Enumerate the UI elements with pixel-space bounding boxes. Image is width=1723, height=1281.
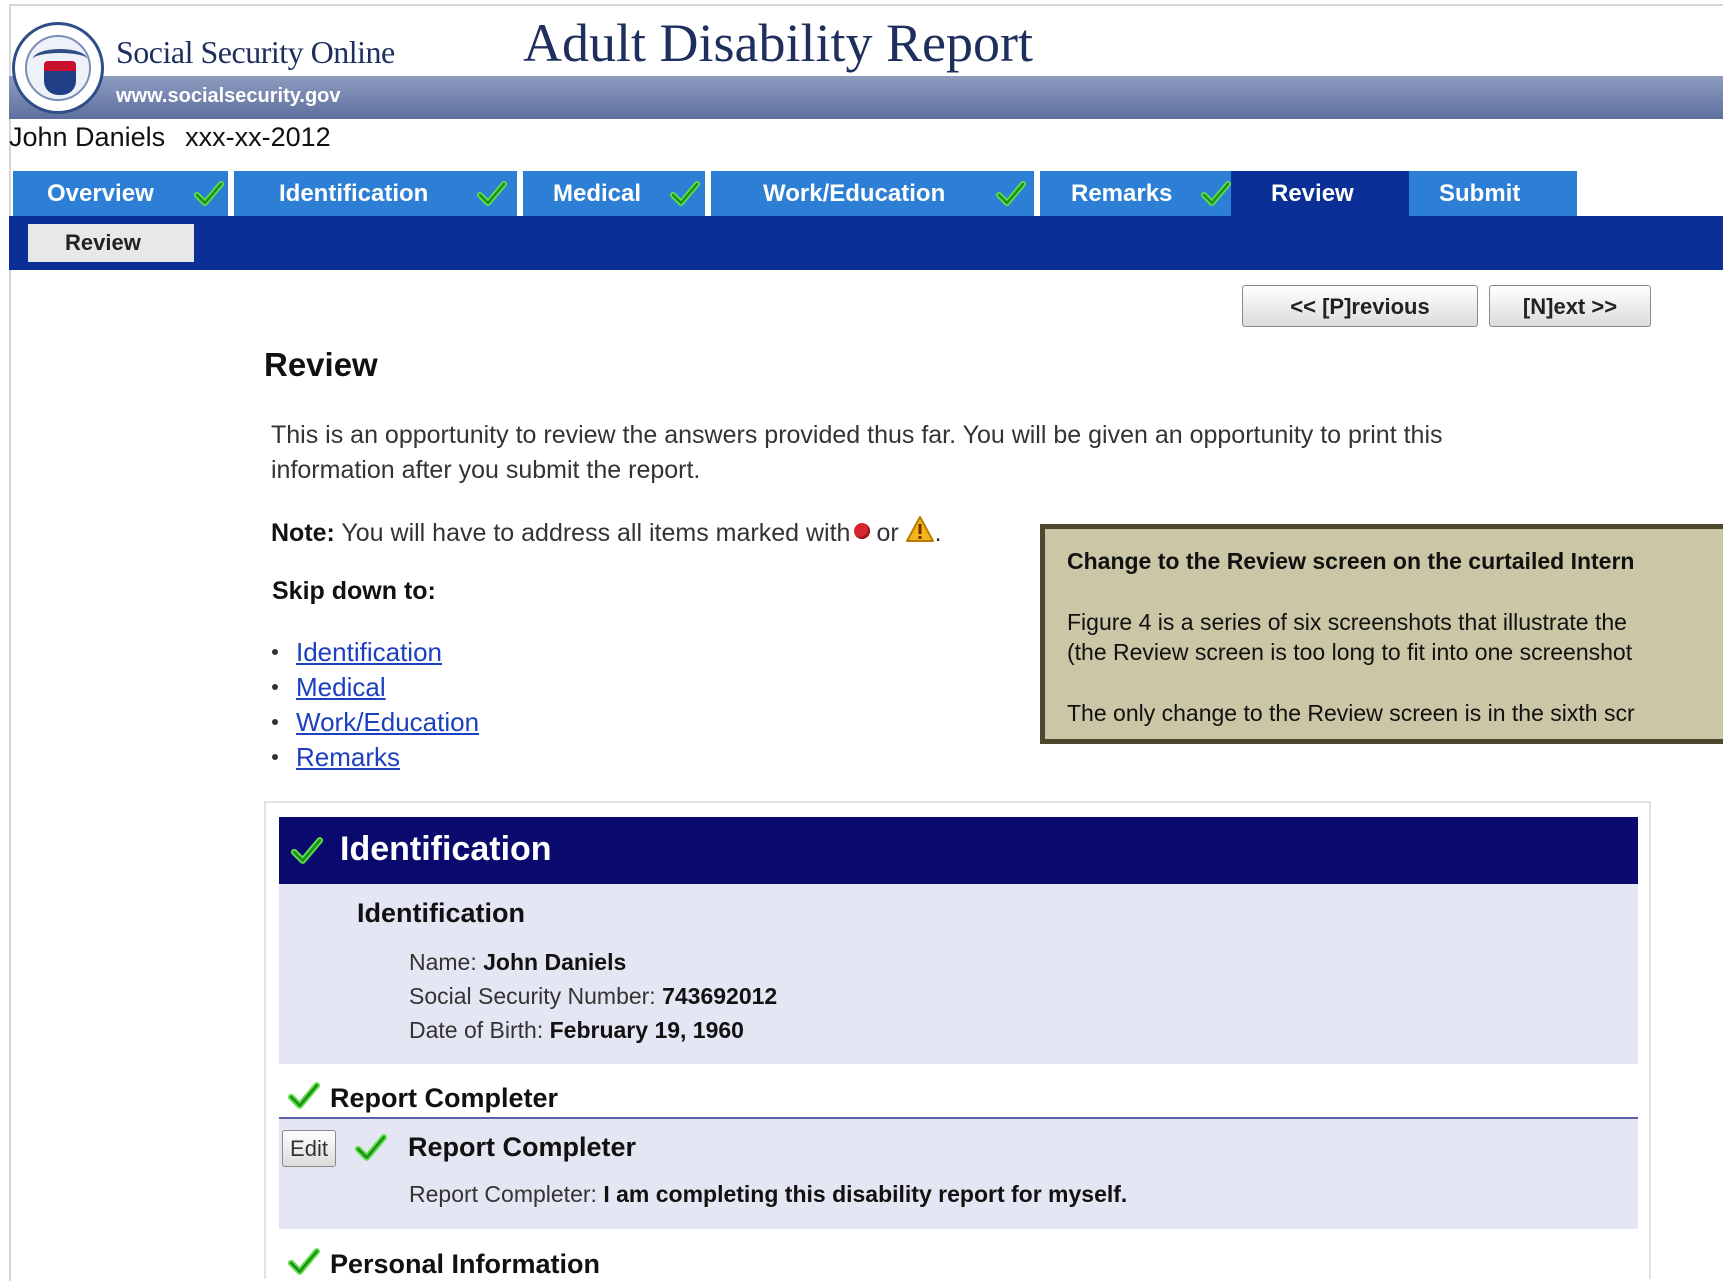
report-completer-details: Edit Report Completer Report Completer: …	[279, 1119, 1638, 1229]
tab-submit[interactable]: Submit	[1409, 171, 1577, 216]
ssa-seal-logo	[12, 22, 104, 114]
check-icon	[288, 1248, 320, 1275]
tab-work-education[interactable]: Work/Education	[711, 171, 1034, 216]
callout-title: Change to the Review screen on the curta…	[1067, 548, 1635, 574]
page-title: Adult Disability Report	[523, 13, 1033, 73]
field-label: Date of Birth:	[409, 1017, 544, 1043]
ssn-row: Social Security Number: 743692012	[409, 983, 777, 1010]
annotation-callout: Change to the Review screen on the curta…	[1040, 524, 1723, 744]
tab-overview[interactable]: Overview	[13, 171, 228, 216]
identification-section-header: Identification	[279, 817, 1638, 884]
tab-medical[interactable]: Medical	[523, 171, 705, 216]
field-value: February 19, 1960	[549, 1017, 744, 1043]
report-completer-row: Report Completer: I am completing this d…	[409, 1181, 1127, 1208]
skip-link-identification[interactable]: Identification	[296, 637, 442, 667]
note-body: You will have to address all items marke…	[341, 519, 851, 547]
field-label: Social Security Number:	[409, 983, 656, 1009]
list-item: Medical	[272, 670, 479, 705]
callout-line: The only change to the Review screen is …	[1067, 700, 1635, 726]
callout-line: Figure 4 is a series of six screenshots …	[1067, 609, 1627, 635]
heading-text: Report Completer	[330, 1083, 559, 1113]
skip-links: Identification Medical Work/Education Re…	[272, 635, 479, 775]
list-item: Identification	[272, 635, 479, 670]
warning-icon	[905, 516, 934, 542]
skip-label: Skip down to:	[272, 577, 436, 605]
name-row: Name: John Daniels	[409, 949, 626, 976]
note-end: .	[934, 519, 942, 547]
field-value: John Daniels	[483, 949, 627, 975]
error-dot-icon	[854, 523, 871, 539]
list-item: Remarks	[272, 740, 479, 775]
subnav-bar: Review	[9, 216, 1723, 270]
check-icon	[1201, 181, 1231, 206]
field-value: 743692012	[662, 983, 778, 1009]
skip-link-remarks[interactable]: Remarks	[296, 742, 400, 772]
check-icon	[996, 181, 1026, 206]
user-info: John Daniels xxx-xx-2012	[9, 122, 331, 153]
tab-identification[interactable]: Identification	[234, 171, 517, 216]
intro-text: This is an opportunity to review the ans…	[271, 421, 1443, 484]
dob-row: Date of Birth: February 19, 1960	[409, 1017, 744, 1044]
user-name: John Daniels	[9, 122, 166, 152]
edit-button[interactable]: Edit	[282, 1130, 336, 1167]
subnav-item-review[interactable]: Review	[28, 224, 194, 262]
subsection-title: Identification	[357, 898, 525, 928]
heading-text: Personal Information	[330, 1249, 601, 1279]
user-ssn: xxx-xx-2012	[185, 122, 331, 152]
note-or: or	[876, 519, 899, 547]
section-title: Identification	[340, 830, 552, 868]
check-icon	[477, 181, 507, 206]
brand-title: Social Security Online	[116, 34, 395, 70]
note-label: Note:	[271, 519, 335, 547]
check-icon	[288, 1082, 320, 1109]
next-button[interactable]: [N]ext >>	[1489, 285, 1651, 327]
list-item: Work/Education	[272, 705, 479, 740]
tab-review[interactable]: Review	[1231, 171, 1413, 216]
check-icon	[291, 837, 323, 864]
callout-line: (the Review screen is too long to fit in…	[1067, 639, 1633, 665]
site-url: www.socialsecurity.gov	[116, 85, 341, 107]
skip-link-work-education[interactable]: Work/Education	[296, 707, 479, 737]
field-value: I am completing this disability report f…	[603, 1181, 1128, 1207]
check-icon	[670, 181, 700, 206]
skip-link-medical[interactable]: Medical	[296, 672, 386, 702]
identification-details: Identification Name: John Daniels Social…	[279, 884, 1638, 1064]
tab-remarks[interactable]: Remarks	[1040, 171, 1237, 216]
subsection-title: Report Completer	[408, 1132, 637, 1162]
field-label: Report Completer:	[409, 1181, 597, 1207]
section-heading: Review	[264, 346, 378, 383]
note-text: Note: You will have to address all items…	[271, 515, 942, 548]
check-icon	[355, 1134, 387, 1161]
check-icon	[194, 181, 224, 206]
previous-button[interactable]: << [P]revious	[1242, 285, 1478, 327]
site-banner: www.socialsecurity.gov	[9, 76, 1723, 119]
field-label: Name:	[409, 949, 477, 975]
